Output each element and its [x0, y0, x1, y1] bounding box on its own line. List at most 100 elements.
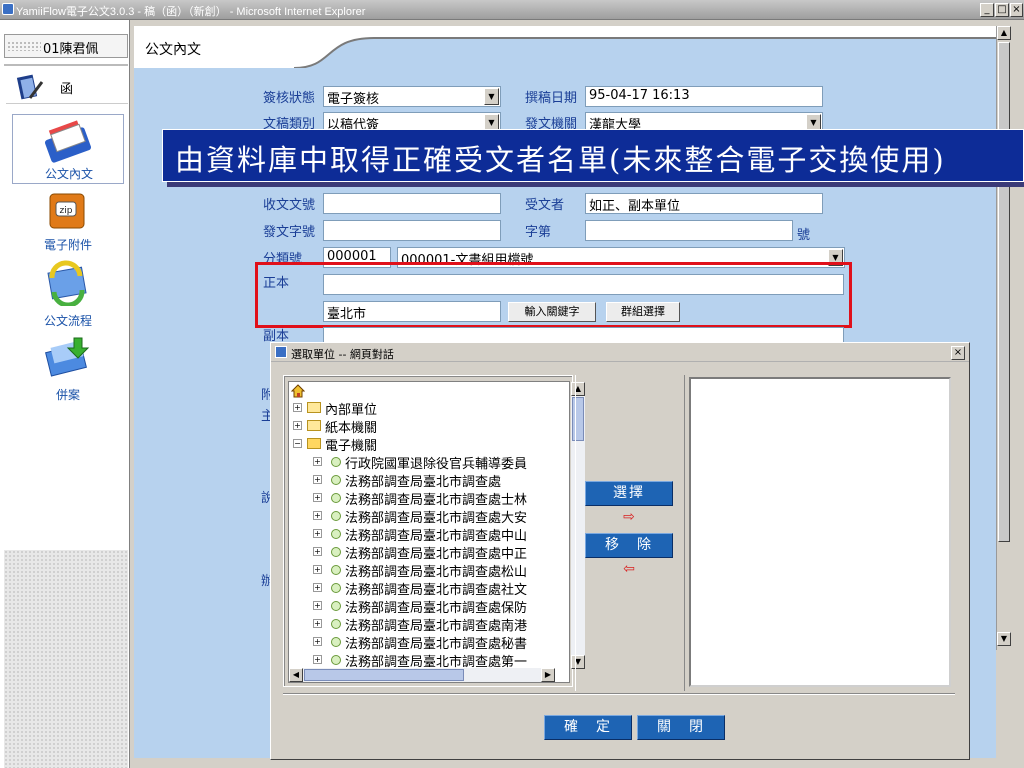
- tree-item-agency[interactable]: + 法務部調查局臺北市調查處大安: [289, 507, 557, 526]
- minimize-button[interactable]: _: [980, 3, 994, 17]
- sidebar-item-merge[interactable]: 併案: [12, 334, 124, 404]
- agency-icon: [331, 637, 341, 647]
- merge-docs-icon: [45, 337, 90, 377]
- agency-icon: [331, 511, 341, 521]
- expand-icon[interactable]: +: [313, 565, 322, 574]
- expand-icon[interactable]: +: [313, 493, 322, 502]
- agency-icon: [331, 601, 341, 611]
- scroll-left-icon[interactable]: ◀: [289, 668, 303, 682]
- received-no-field[interactable]: [323, 193, 501, 214]
- arrow-right-icon: ⇨: [623, 509, 635, 525]
- expand-icon[interactable]: +: [313, 547, 322, 556]
- tree-item-agency[interactable]: + 法務部調查局臺北市調查處秘書: [289, 633, 557, 652]
- open-folder-icon: [307, 438, 321, 449]
- tree-folder[interactable]: − 電子機關: [289, 435, 569, 454]
- agency-icon: [331, 619, 341, 629]
- recipient-label: 受文者: [525, 198, 565, 213]
- folder-icon: [307, 402, 321, 413]
- maximize-button[interactable]: □: [995, 3, 1009, 17]
- tree-item-agency[interactable]: + 法務部調查局臺北市調查處南港: [289, 615, 557, 634]
- draft-date-field[interactable]: 95-04-17 16:13: [585, 86, 823, 107]
- grip-handle-icon: [7, 41, 41, 51]
- folder-label: 內部單位: [325, 403, 378, 418]
- expand-icon[interactable]: +: [313, 457, 322, 466]
- close-window-button[interactable]: ×: [1010, 3, 1023, 17]
- tab-shape: [134, 26, 996, 68]
- tree-folder[interactable]: + 內部單位: [289, 399, 569, 418]
- sidebar-item-label: 併案: [55, 388, 80, 402]
- scroll-up-icon[interactable]: ▲: [997, 26, 1011, 40]
- tree-item-agency[interactable]: + 法務部調查局臺北市調查處保防: [289, 597, 557, 616]
- document-pen-icon: [16, 74, 44, 100]
- tree-item-agency[interactable]: + 法務部調查局臺北市調查處士林: [289, 489, 557, 508]
- received-no-label: 收文文號: [263, 198, 316, 213]
- chevron-down-icon[interactable]: ▼: [484, 88, 499, 105]
- expand-icon[interactable]: +: [313, 601, 322, 610]
- folder-icon: [307, 420, 321, 431]
- page-scrollbar[interactable]: ▲ ▼: [996, 26, 1011, 650]
- unit-tree[interactable]: + 內部單位 + 紙本機關 − 電子機關 + 行政院國軍退除役官兵輔導委員 + 法務…: [288, 381, 585, 683]
- zip-icon: zip: [49, 193, 85, 229]
- user-box: 01陳君佩: [4, 34, 128, 58]
- expand-icon[interactable]: +: [313, 655, 322, 664]
- sidebar-item-attachments[interactable]: zip 電子附件: [12, 188, 124, 258]
- tree-horizontal-scrollbar[interactable]: ◀ ▶: [289, 668, 555, 682]
- tree-item-agency[interactable]: + 法務部調查局臺北市調查處社文: [289, 579, 557, 598]
- agency-label: 法務部調查局臺北市調查處社文: [345, 583, 528, 598]
- agency-label: 行政院國軍退除役官兵輔導委員: [345, 457, 528, 472]
- agency-icon: [331, 457, 341, 467]
- folder-docs-icon: [45, 120, 91, 163]
- tree-item-agency[interactable]: + 法務部調查局臺北市調查處松山: [289, 561, 557, 580]
- tree-item-agency[interactable]: + 法務部調查局臺北市調查處中正: [289, 543, 557, 562]
- dialog-divider: [283, 693, 955, 695]
- dialog-close-action-button[interactable]: 關 閉: [637, 715, 725, 740]
- draft-date-label: 撰稿日期: [525, 91, 578, 106]
- collapse-icon[interactable]: −: [293, 439, 302, 448]
- tree-item-agency[interactable]: + 行政院國軍退除役官兵輔導委員: [289, 453, 557, 472]
- expand-icon[interactable]: +: [313, 637, 322, 646]
- agency-icon: [331, 547, 341, 557]
- expand-icon[interactable]: +: [313, 529, 322, 538]
- tree-item-agency[interactable]: + 法務部調查局臺北市調查處中山: [289, 525, 557, 544]
- expand-icon[interactable]: +: [313, 511, 322, 520]
- scroll-thumb[interactable]: [998, 42, 1010, 542]
- tree-folder[interactable]: + 紙本機關: [289, 417, 569, 436]
- sidebar-item-label: 公文內文: [44, 167, 93, 181]
- expand-icon[interactable]: +: [313, 475, 322, 484]
- recipient-field[interactable]: 如正、副本單位: [585, 193, 823, 214]
- issue-no-field[interactable]: [323, 220, 501, 241]
- scroll-down-icon[interactable]: ▼: [997, 632, 1011, 646]
- tab-content[interactable]: 公文內文: [145, 39, 201, 59]
- sidebar-item-workflow[interactable]: 公文流程: [12, 260, 124, 330]
- expand-icon[interactable]: +: [313, 619, 322, 628]
- expand-icon[interactable]: +: [313, 583, 322, 592]
- expand-icon[interactable]: +: [293, 403, 302, 412]
- ok-button[interactable]: 確 定: [544, 715, 632, 740]
- status-value: 電子簽核: [327, 92, 380, 107]
- sidebar-item-content[interactable]: 公文內文: [12, 114, 124, 184]
- folder-label: 紙本機關: [325, 421, 378, 436]
- expand-icon[interactable]: +: [293, 421, 302, 430]
- dialog-close-button[interactable]: ×: [951, 346, 965, 360]
- scroll-thumb[interactable]: [304, 669, 464, 681]
- agency-label: 法務部調查局臺北市調查處南港: [345, 619, 528, 634]
- number-suffix: 號: [797, 228, 811, 243]
- issue-no-label: 發文字號: [263, 225, 316, 240]
- status-select[interactable]: 電子簽核 ▼: [323, 86, 501, 107]
- cc-field[interactable]: [323, 327, 844, 343]
- word-no-label: 字第: [525, 225, 552, 240]
- folder-label: 電子機關: [325, 439, 378, 454]
- word-no-field[interactable]: [585, 220, 793, 241]
- scroll-right-icon[interactable]: ▶: [541, 668, 555, 682]
- tab-bar: 公文內文: [134, 26, 996, 68]
- tree-item-agency[interactable]: + 法務部調查局臺北市調查處: [289, 471, 557, 490]
- agency-list: + 行政院國軍退除役官兵輔導委員 + 法務部調查局臺北市調查處 + 法務部調查局臺北市…: [289, 453, 557, 668]
- doc-type-label: 函: [60, 82, 74, 97]
- dialog-title-bar: 選取單位 -- 網頁對話 ×: [271, 343, 969, 362]
- agency-label: 法務部調查局臺北市調查處第一: [345, 655, 528, 668]
- tree-item-agency[interactable]: + 法務部調查局臺北市調查處第一: [289, 651, 557, 668]
- remove-button[interactable]: 移 除: [585, 533, 673, 558]
- select-button[interactable]: 選擇: [585, 481, 673, 506]
- selected-units-list[interactable]: [689, 377, 951, 687]
- agency-label: 法務部調查局臺北市調查處大安: [345, 511, 528, 526]
